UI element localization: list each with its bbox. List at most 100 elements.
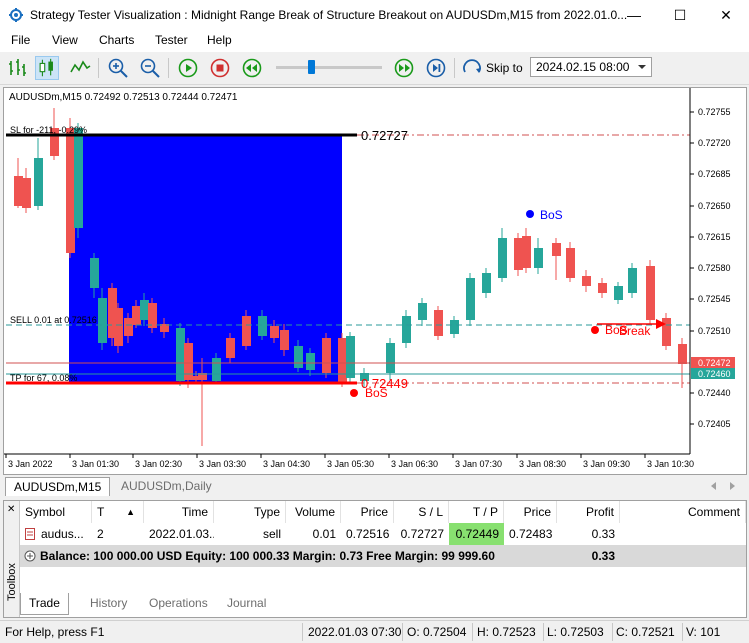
range-high-label: 0.72727 — [361, 128, 408, 143]
status-high: H: 0.72523 — [477, 625, 536, 639]
candle-body — [148, 303, 157, 328]
toolbox-close-icon[interactable]: ✕ — [7, 504, 15, 515]
candle-body — [140, 300, 149, 320]
speed-up-icon[interactable] — [392, 56, 416, 80]
toolbox-tabs: Trade History Operations Journal — [20, 593, 746, 617]
price-tick-label: 0.72580 — [698, 263, 731, 273]
skip-to-icon[interactable] — [460, 56, 484, 80]
status-close: C: 0.72521 — [616, 625, 675, 639]
price-tick-label: 0.72440 — [698, 388, 731, 398]
tab-history[interactable]: History — [82, 593, 135, 615]
balance-text: Balance: 100 000.00 USD Equity: 100 000.… — [40, 549, 495, 563]
plus-circle-icon[interactable] — [24, 550, 36, 562]
table-row[interactable]: audus... 2 2022.01.03... sell 0.01 0.725… — [20, 523, 746, 545]
time-tick-label: 3 Jan 02:30 — [135, 459, 182, 469]
candle-body — [90, 258, 99, 288]
price-tick-label: 0.72720 — [698, 138, 731, 148]
bos-label-blue: BoS — [540, 208, 563, 222]
col-time[interactable]: Time — [144, 501, 214, 523]
status-volume: V: 101 — [686, 625, 721, 639]
skip-date-picker[interactable]: 2024.02.15 08:00 — [530, 57, 652, 77]
line-chart-icon[interactable] — [68, 56, 92, 80]
col-tp[interactable]: T / P — [449, 501, 504, 523]
cell-symbol-text: audus... — [41, 527, 84, 541]
order-icon — [25, 528, 35, 540]
candle-body — [322, 338, 331, 373]
tab-trade[interactable]: Trade — [20, 593, 69, 615]
col-sl[interactable]: S / L — [394, 501, 449, 523]
menu-view[interactable]: View — [52, 33, 78, 47]
col-type[interactable]: Type — [214, 501, 286, 523]
candle-body — [294, 346, 303, 368]
chart-canvas: BoS BoS BoS Break 0.72727 0.72449 SL for… — [4, 88, 735, 469]
cell-sl[interactable]: 0.72727 — [394, 523, 449, 545]
time-axis: 3 Jan 2022 3 Jan 01:30 3 Jan 02:30 3 Jan 03… — [5, 454, 694, 469]
app-gear-icon — [9, 8, 23, 22]
candle-body — [598, 283, 607, 293]
candlestick-chart-button[interactable] — [35, 56, 59, 80]
tab-audusdm-m15[interactable]: AUDUSDm,M15 — [5, 477, 111, 496]
balance-row: Balance: 100 000.00 USD Equity: 100 000.… — [20, 545, 746, 567]
stop-icon[interactable] — [208, 56, 232, 80]
col-current-price[interactable]: Price — [504, 501, 557, 523]
title-bar: Strategy Tester Visualization : Midnight… — [0, 0, 749, 30]
candle-body — [534, 248, 543, 268]
play-icon[interactable] — [176, 56, 200, 80]
menu-file[interactable]: File — [11, 33, 30, 47]
speed-slider-thumb[interactable] — [308, 60, 315, 74]
candle-body — [66, 128, 75, 253]
price-tick-label: 0.72755 — [698, 107, 731, 117]
zoom-out-icon[interactable] — [138, 56, 162, 80]
candle-body — [338, 338, 347, 383]
range-low-label: 0.72449 — [361, 376, 408, 391]
cell-tp[interactable]: 0.72449 — [449, 523, 504, 545]
tab-audusdm-daily[interactable]: AUDUSDm,Daily — [113, 477, 220, 496]
candle-body — [552, 243, 561, 256]
chevron-down-icon[interactable] — [635, 59, 649, 75]
candle-body — [434, 310, 443, 336]
col-volume[interactable]: Volume — [286, 501, 341, 523]
zoom-in-icon[interactable] — [106, 56, 130, 80]
step-forward-icon[interactable] — [424, 56, 448, 80]
candle-body — [482, 273, 491, 293]
trade-table: Symbol T ▲ Time Type Volume Price S / L T… — [20, 501, 746, 591]
balance-summary: Balance: 100 000.00 USD Equity: 100 000.… — [20, 545, 550, 567]
menu-tester[interactable]: Tester — [155, 33, 188, 47]
speed-slider-track[interactable] — [276, 66, 382, 69]
candle-body — [258, 316, 267, 336]
candle-body — [514, 238, 523, 270]
price-tick-label: 0.72650 — [698, 201, 731, 211]
maximize-button[interactable]: ☐ — [657, 0, 703, 30]
time-tick-label: 3 Jan 04:30 — [263, 459, 310, 469]
col-price[interactable]: Price — [341, 501, 394, 523]
candle-body — [212, 358, 221, 381]
slow-down-icon[interactable] — [240, 56, 264, 80]
time-tick-label: 3 Jan 10:30 — [647, 459, 694, 469]
col-t[interactable]: T ▲ — [92, 501, 144, 523]
candle-body — [226, 338, 235, 358]
close-button[interactable]: ✕ — [703, 0, 749, 30]
minimize-button[interactable]: — — [611, 0, 657, 30]
price-chart[interactable]: BoS BoS BoS Break 0.72727 0.72449 SL for… — [3, 87, 747, 475]
time-tick-label: 3 Jan 03:30 — [199, 459, 246, 469]
col-profit[interactable]: Profit — [557, 501, 620, 523]
tab-scroll-right-icon[interactable] — [729, 481, 737, 491]
tab-journal[interactable]: Journal — [219, 593, 274, 615]
candle-body — [466, 278, 475, 320]
time-tick-label: 3 Jan 05:30 — [327, 459, 374, 469]
tab-operations[interactable]: Operations — [141, 593, 216, 615]
cell-symbol: audus... — [20, 523, 92, 545]
status-bar: For Help, press F1 2022.01.03 07:30 O: 0… — [0, 620, 749, 643]
col-comment[interactable]: Comment — [620, 501, 746, 523]
menu-help[interactable]: Help — [207, 33, 232, 47]
tab-scroll-left-icon[interactable] — [709, 481, 717, 491]
candle-body — [98, 298, 107, 343]
menu-charts[interactable]: Charts — [99, 33, 134, 47]
menu-bar: File View Charts Tester Help — [0, 30, 749, 52]
sort-ascending-icon: ▲ — [126, 507, 135, 517]
col-symbol[interactable]: Symbol — [20, 501, 92, 523]
time-tick-label: 3 Jan 01:30 — [72, 459, 119, 469]
bar-chart-icon[interactable] — [5, 56, 29, 80]
price-tick-label: 0.72545 — [698, 294, 731, 304]
status-low: L: 0.72503 — [547, 625, 604, 639]
